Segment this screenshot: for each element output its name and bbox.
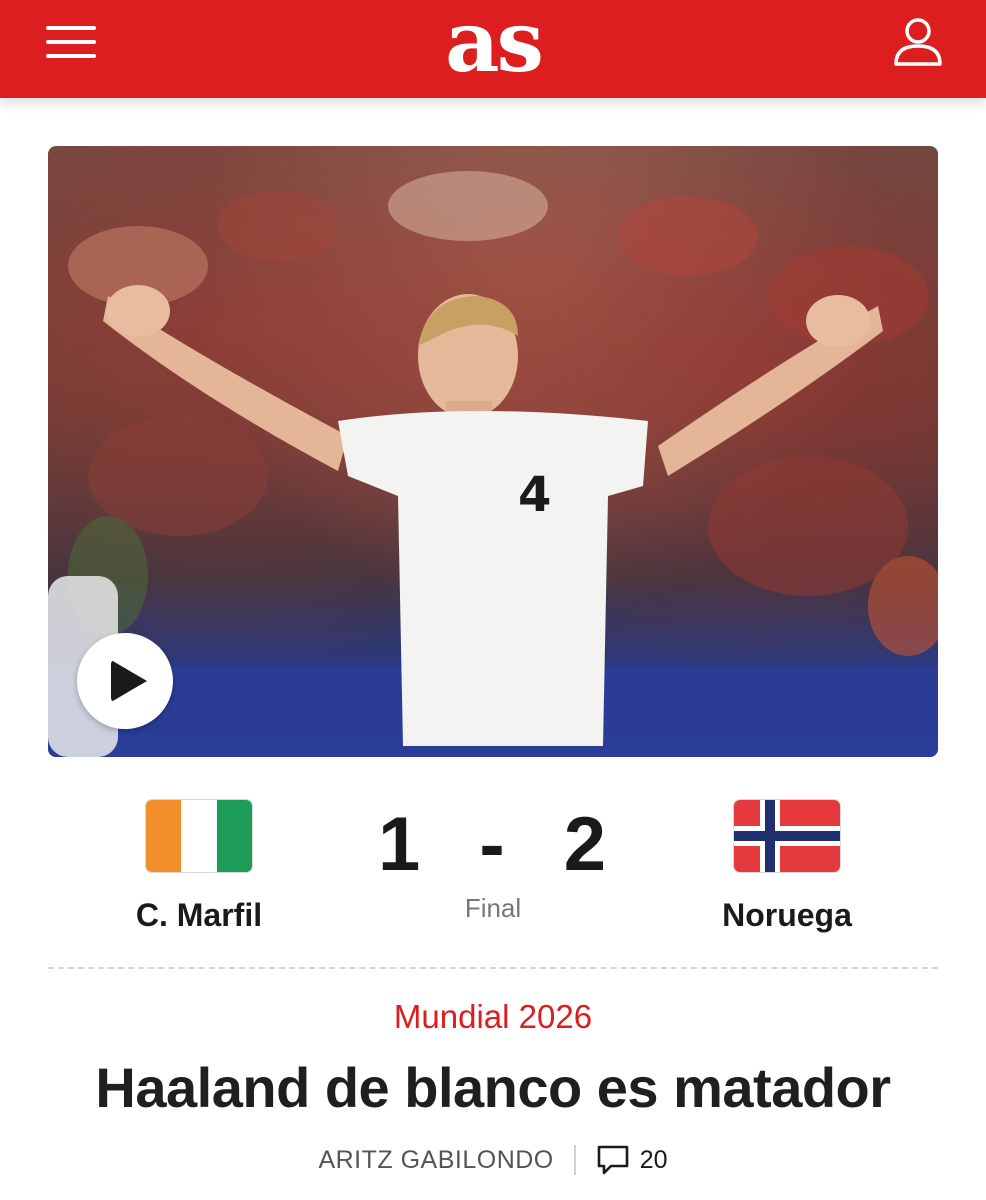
hero-image[interactable]: 4	[48, 146, 938, 757]
divider	[48, 967, 938, 969]
site-logo[interactable]: as	[0, 0, 986, 92]
away-score: 2	[563, 802, 609, 887]
section-label[interactable]: Mundial 2026	[0, 998, 986, 1036]
article-page: as 4 C. Marfil 1 - 2 Final Noruega Mundi…	[0, 0, 986, 1200]
top-bar: as	[0, 0, 986, 98]
svg-text:4: 4	[518, 467, 551, 523]
article-headline: Haaland de blanco es matador	[95, 1056, 891, 1119]
home-team-name[interactable]: C. Marfil	[69, 897, 329, 934]
match-score[interactable]: 1 - 2	[343, 800, 643, 890]
user-icon[interactable]	[890, 16, 946, 68]
comment-count: 20	[639, 1145, 668, 1174]
play-video-button[interactable]	[77, 633, 173, 729]
match-status: Final	[464, 893, 522, 923]
byline-separator	[573, 1145, 576, 1175]
comment-icon	[597, 1145, 629, 1175]
play-icon	[111, 660, 147, 702]
score-separator: -	[479, 802, 507, 887]
byline: ARITZ GABILONDO 20	[0, 1140, 986, 1180]
norway-flag-icon	[734, 800, 840, 872]
author-name[interactable]: ARITZ GABILONDO	[318, 1146, 553, 1175]
ivory-coast-flag-icon	[146, 800, 252, 872]
home-score: 1	[377, 802, 423, 887]
away-team-name[interactable]: Noruega	[657, 897, 917, 934]
comments-button[interactable]: 20	[596, 1144, 668, 1176]
